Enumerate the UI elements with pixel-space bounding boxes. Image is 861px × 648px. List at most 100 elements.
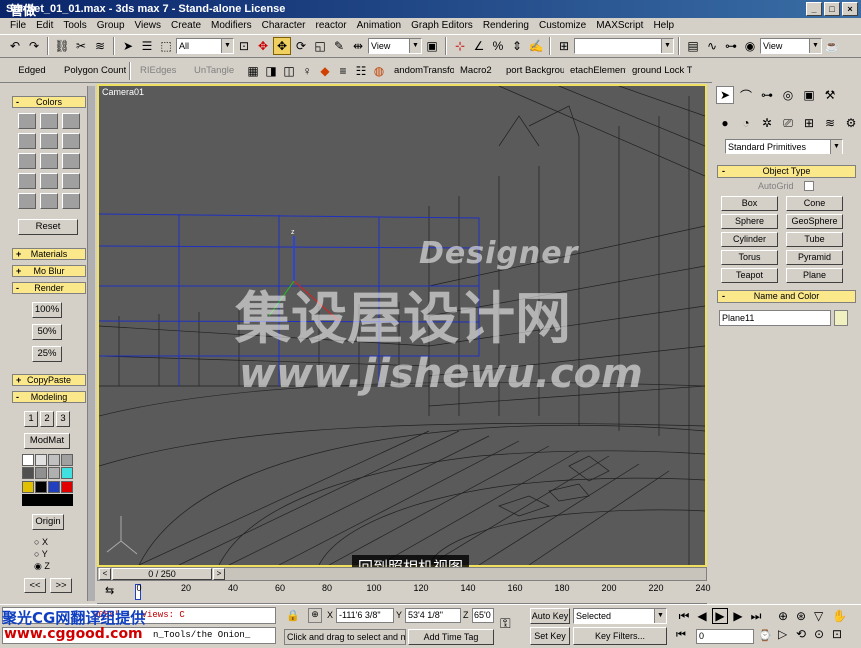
color-swatch[interactable] (48, 454, 60, 466)
materials-rollout[interactable]: + Materials (12, 248, 86, 260)
add-time-tag-button[interactable]: Add Time Tag (408, 629, 494, 645)
roll-icon[interactable]: ⊙ (814, 627, 832, 641)
quick-render-icon[interactable]: ☕ (823, 37, 841, 55)
helpers-icon[interactable]: ⊞ (800, 114, 818, 132)
zoom-icon[interactable]: ⊕ (778, 609, 796, 623)
origin-button[interactable]: Origin (32, 514, 64, 530)
tab-untangle[interactable]: UnTangle (188, 60, 244, 82)
modeling-3-button[interactable]: 3 (56, 411, 70, 427)
object-name-input[interactable]: Plane11 (719, 310, 831, 326)
select-manipulate-icon[interactable]: ✎ (330, 37, 348, 55)
motion-tab-icon[interactable]: ◎ (779, 86, 797, 104)
tool-icon-1[interactable]: ▦ (244, 62, 262, 80)
key-filters-button[interactable]: Key Filters... (573, 627, 667, 645)
tab-detach-element[interactable]: etachElement (564, 60, 626, 82)
menu-rendering[interactable]: Rendering (478, 18, 534, 33)
cameras-icon[interactable]: ⎚ (779, 114, 797, 132)
absolute-mode-icon[interactable]: ⊕ (308, 608, 322, 623)
window-crossing-icon[interactable]: ⊡ (235, 37, 253, 55)
color-button[interactable] (40, 153, 58, 169)
time-prev-button[interactable]: < (99, 568, 111, 580)
tab-macro2[interactable]: Macro2 (454, 60, 500, 82)
key-mode-toggle-icon[interactable]: ⏮ (676, 629, 686, 642)
named-selection-icon[interactable]: ⊞ (555, 37, 573, 55)
select-move-active-icon[interactable]: ✥ (273, 37, 291, 55)
menu-group[interactable]: Group (92, 18, 130, 33)
layer-manager-icon[interactable]: ▤ (684, 37, 702, 55)
shapes-icon[interactable]: ◔ (737, 114, 755, 132)
modeling-2-button[interactable]: 2 (40, 411, 54, 427)
minimize-button[interactable]: _ (806, 2, 822, 16)
color-swatch[interactable] (22, 480, 34, 493)
orbit-icon[interactable]: ⟲ (796, 627, 814, 641)
layers-icon[interactable]: ☷ (352, 62, 370, 80)
color-button[interactable] (18, 153, 36, 169)
color-button[interactable] (40, 173, 58, 189)
menu-tools[interactable]: Tools (58, 18, 91, 33)
mirror-icon[interactable]: ⇹ (349, 37, 367, 55)
systems-icon[interactable]: ⚙ (842, 114, 860, 132)
view-dropdown[interactable]: View ▼ (760, 38, 822, 54)
menu-views[interactable]: Views (130, 18, 167, 33)
color-icon[interactable]: ◆ (316, 62, 334, 80)
prev-frame-icon[interactable]: ◀ (694, 608, 710, 624)
modeling-1-button[interactable]: 1 (24, 411, 38, 427)
cone-button[interactable]: Cone (786, 196, 843, 211)
menu-edit[interactable]: Edit (31, 18, 58, 33)
region-select-icon[interactable]: ⬚ (157, 37, 175, 55)
link-icon[interactable]: ⛓ (53, 37, 71, 55)
maximize-viewport-icon[interactable]: ⊡ (832, 627, 850, 641)
menu-create[interactable]: Create (166, 18, 206, 33)
color-swatch[interactable] (61, 480, 73, 493)
time-slider[interactable]: < 0 / 250 > (97, 567, 707, 581)
color-swatch[interactable] (35, 454, 47, 466)
y-coord-field[interactable]: 53'4 1/8" (405, 608, 461, 623)
menu-maxscript[interactable]: MAXScript (591, 18, 648, 33)
modify-tab-icon[interactable]: ⌒ (737, 86, 755, 104)
geosphere-button[interactable]: GeoSphere (786, 214, 843, 229)
menu-character[interactable]: Character (257, 18, 311, 33)
display-tab-icon[interactable]: ▣ (800, 86, 818, 104)
color-swatch[interactable] (22, 454, 34, 466)
render-25-button[interactable]: 25% (32, 346, 62, 362)
geometry-icon[interactable]: ● (716, 114, 734, 132)
torus-button[interactable]: Torus (721, 250, 778, 265)
select-move-icon[interactable]: ✥ (254, 37, 272, 55)
select-rotate-icon[interactable]: ⟳ (292, 37, 310, 55)
play-icon[interactable]: ▶ (712, 608, 728, 624)
time-config-icon[interactable]: ⌚ (758, 629, 772, 642)
next-frame-icon[interactable]: ▶ (730, 608, 746, 624)
zoom-all-icon[interactable]: ⊛ (796, 609, 814, 623)
color-swatch[interactable] (61, 454, 73, 466)
hierarchy-tab-icon[interactable]: ⊶ (758, 86, 776, 104)
modmat-button[interactable]: ModMat (24, 433, 70, 449)
bind-space-warp-icon[interactable]: ≋ (91, 37, 109, 55)
color-button[interactable] (62, 193, 80, 209)
color-button[interactable] (40, 133, 58, 149)
menu-graph-editors[interactable]: Graph Editors (406, 18, 478, 33)
render-100-button[interactable]: 100% (32, 302, 62, 318)
close-button[interactable]: × (842, 2, 858, 16)
lights-icon[interactable]: ✲ (758, 114, 776, 132)
camera-viewport[interactable]: z Camera01 Designer 集设屋设计网 www.jishewu.c… (97, 84, 707, 567)
tab-port-background[interactable]: port Backgrou (500, 60, 564, 82)
tool-icon-3[interactable]: ◫ (280, 62, 298, 80)
color-swatch[interactable] (22, 467, 34, 480)
autogrid-checkbox[interactable] (804, 181, 814, 191)
curve-editor-icon[interactable]: ∿ (703, 37, 721, 55)
color-button[interactable] (62, 173, 80, 189)
color-swatch-black-bar[interactable] (22, 493, 73, 506)
axis-x-radio[interactable]: ○ X (34, 536, 50, 548)
color-swatch[interactable] (48, 467, 60, 480)
teapot-button[interactable]: Teapot (721, 268, 778, 283)
lock-icon[interactable]: 🔒 (286, 609, 300, 622)
maximize-button[interactable]: □ (824, 2, 840, 16)
color-swatch[interactable] (35, 467, 47, 480)
render-rollout[interactable]: - Render (12, 282, 86, 294)
light-icon[interactable]: ♀ (298, 62, 316, 80)
next-button[interactable]: >> (50, 578, 72, 593)
undo-icon[interactable]: ↶ (6, 37, 24, 55)
named-selection-dropdown[interactable]: ▼ (574, 38, 674, 54)
render-50-button[interactable]: 50% (32, 324, 62, 340)
angle-snap-icon[interactable]: ∠ (470, 37, 488, 55)
